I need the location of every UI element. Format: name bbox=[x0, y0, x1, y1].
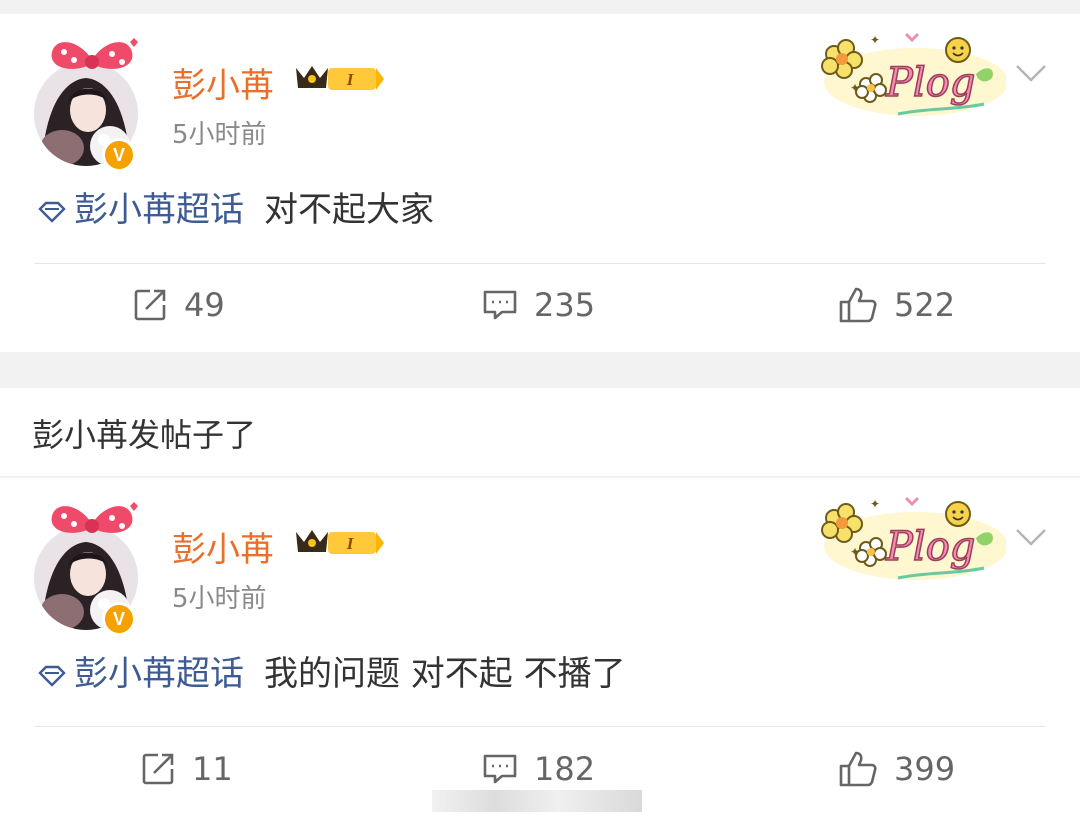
watermark-blur bbox=[432, 790, 642, 812]
supertopic-link[interactable]: 彭小苒超话 bbox=[74, 190, 244, 230]
bow-icon bbox=[51, 502, 138, 533]
username[interactable]: 彭小苒 bbox=[172, 522, 274, 571]
verified-icon: V bbox=[102, 138, 136, 172]
topic-diamond-icon bbox=[38, 665, 66, 687]
divider bbox=[34, 263, 1046, 264]
bow-icon bbox=[51, 38, 138, 69]
post-card[interactable]: V 彭小苒 I 5小时前 Plog ✦ ✦ bbox=[0, 478, 1080, 822]
comment-icon bbox=[483, 290, 517, 320]
timestamp: 5小时前 bbox=[172, 584, 267, 614]
repost-count: 49 bbox=[184, 286, 225, 324]
repost-icon bbox=[134, 289, 166, 321]
section-label: 彭小苒发帖子了 bbox=[0, 388, 1080, 476]
divider bbox=[34, 726, 1046, 727]
post-card[interactable]: V 彭小苒 I 5小时前 Plog ✦ ✦ bbox=[0, 14, 1080, 352]
svg-text:✦: ✦ bbox=[870, 33, 880, 47]
post-content: 彭小苒超话 我的问题 对不起 不播了 bbox=[36, 646, 626, 695]
comment-count: 235 bbox=[534, 286, 596, 324]
comment-button[interactable]: 182 bbox=[482, 750, 595, 788]
like-icon bbox=[839, 751, 877, 787]
comment-count: 182 bbox=[534, 750, 596, 788]
topic-diamond-icon bbox=[38, 201, 66, 223]
plog-sticker: Plog ✦ ✦ bbox=[821, 496, 1006, 580]
svg-text:✦: ✦ bbox=[850, 545, 860, 559]
repost-icon bbox=[142, 753, 174, 785]
verified-icon: V bbox=[102, 602, 136, 636]
top-strip bbox=[0, 0, 1080, 14]
svg-text:✦: ✦ bbox=[850, 81, 860, 95]
crown-icon: I bbox=[296, 66, 384, 90]
timestamp: 5小时前 bbox=[172, 120, 267, 150]
comment-icon bbox=[483, 754, 517, 784]
section-label-text: 彭小苒发帖子了 bbox=[32, 416, 257, 454]
repost-button[interactable]: 11 bbox=[140, 750, 233, 788]
post-text: 我的问题 对不起 不播了 bbox=[264, 654, 626, 694]
chevron-down-icon[interactable] bbox=[1014, 62, 1048, 84]
svg-text:Plog: Plog bbox=[885, 524, 975, 570]
username[interactable]: 彭小苒 bbox=[172, 58, 274, 107]
avatar-group[interactable]: V bbox=[30, 498, 140, 636]
crown-icon: I bbox=[296, 530, 384, 554]
svg-text:Plog: Plog bbox=[885, 60, 975, 106]
post-content: 彭小苒超话 对不起大家 bbox=[36, 182, 434, 231]
post-text: 对不起大家 bbox=[264, 190, 434, 230]
chevron-down-icon[interactable] bbox=[1014, 526, 1048, 548]
like-count: 399 bbox=[894, 750, 956, 788]
like-button[interactable]: 522 bbox=[838, 286, 955, 324]
supertopic-link[interactable]: 彭小苒超话 bbox=[74, 654, 244, 694]
avatar-group[interactable]: V bbox=[30, 34, 140, 172]
svg-text:✦: ✦ bbox=[870, 497, 880, 511]
like-count: 522 bbox=[894, 286, 956, 324]
comment-button[interactable]: 235 bbox=[482, 286, 595, 324]
plog-sticker: Plog ✦ ✦ bbox=[821, 32, 1006, 116]
like-button[interactable]: 399 bbox=[838, 750, 955, 788]
repost-count: 11 bbox=[192, 750, 233, 788]
repost-button[interactable]: 49 bbox=[132, 286, 225, 324]
like-icon bbox=[839, 287, 877, 323]
